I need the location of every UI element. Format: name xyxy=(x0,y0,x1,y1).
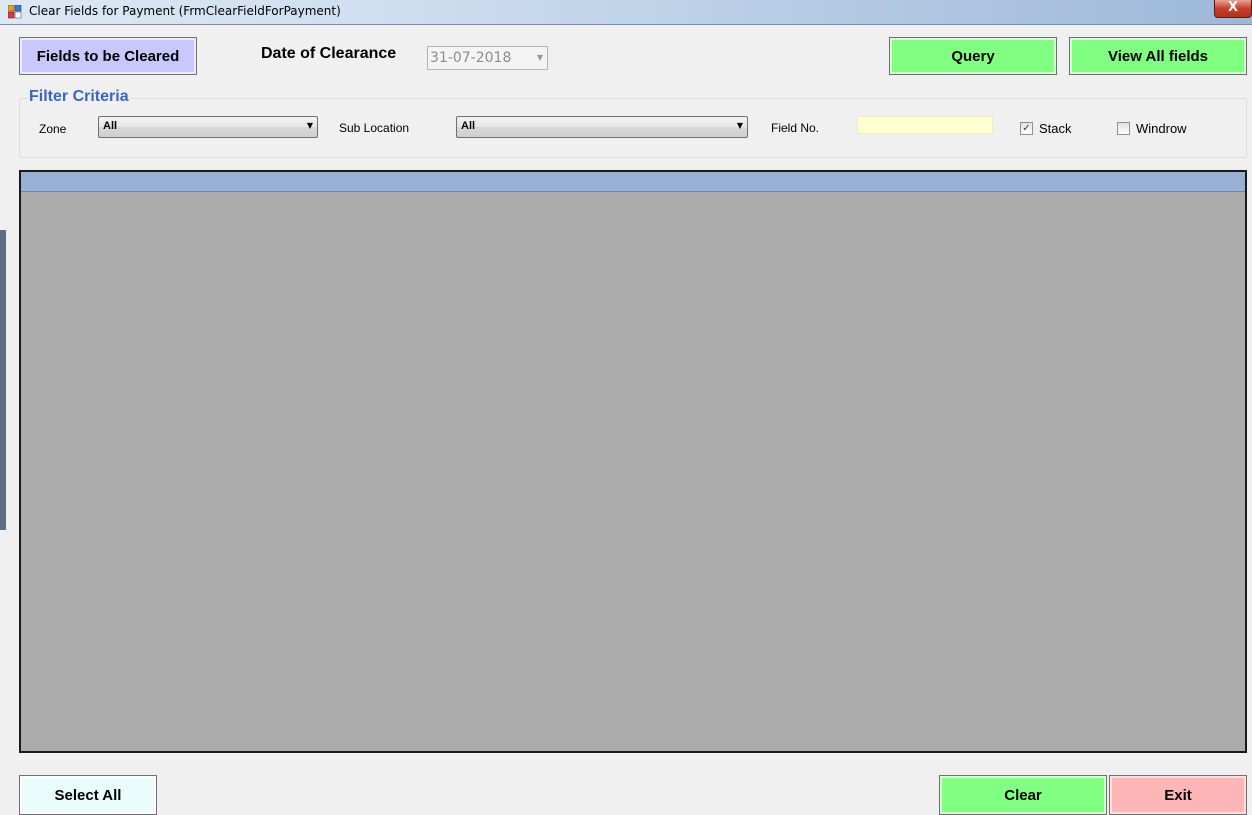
exit-button[interactable]: Exit xyxy=(1109,775,1247,815)
chevron-down-icon[interactable]: ▼ xyxy=(737,121,743,130)
grid-header xyxy=(21,172,1245,192)
app-icon xyxy=(7,4,22,19)
sub-location-label: Sub Location xyxy=(339,121,410,135)
chevron-down-icon[interactable]: ▼ xyxy=(307,121,313,130)
zone-selected-value: All xyxy=(103,120,118,132)
zone-dropdown[interactable]: All ▼ xyxy=(98,116,318,138)
windrow-checkbox[interactable] xyxy=(1117,122,1130,135)
windrow-label[interactable]: Windrow xyxy=(1136,121,1187,136)
fields-to-be-cleared-button[interactable]: Fields to be Cleared xyxy=(19,37,197,75)
zone-label: Zone xyxy=(39,122,67,136)
clear-button[interactable]: Clear xyxy=(939,775,1107,815)
sub-location-dropdown[interactable]: All ▼ xyxy=(456,116,748,138)
title-bar[interactable]: Clear Fields for Payment (FrmClearFieldF… xyxy=(0,0,1252,25)
stack-label[interactable]: Stack xyxy=(1039,121,1072,136)
view-all-fields-button[interactable]: View All fields xyxy=(1069,37,1247,75)
window-title: Clear Fields for Payment (FrmClearFieldF… xyxy=(29,4,341,18)
sub-location-selected-value: All xyxy=(461,120,476,132)
chevron-down-icon[interactable]: ▼ xyxy=(537,53,543,62)
stack-checkbox[interactable]: ✓ xyxy=(1020,122,1033,135)
select-all-button[interactable]: Select All xyxy=(19,775,157,815)
close-button[interactable]: X xyxy=(1214,0,1252,18)
window-edge xyxy=(0,230,6,530)
field-no-input[interactable] xyxy=(857,116,993,134)
date-of-clearance-picker[interactable]: 31-07-2018 ▼ xyxy=(427,46,548,70)
fields-data-grid[interactable] xyxy=(19,170,1247,753)
date-of-clearance-label: Date of Clearance xyxy=(261,45,397,62)
date-value: 31-07-2018 xyxy=(430,50,512,66)
query-button[interactable]: Query xyxy=(889,37,1057,75)
filter-criteria-legend: Filter Criteria xyxy=(28,88,130,106)
field-no-label: Field No. xyxy=(771,121,820,135)
